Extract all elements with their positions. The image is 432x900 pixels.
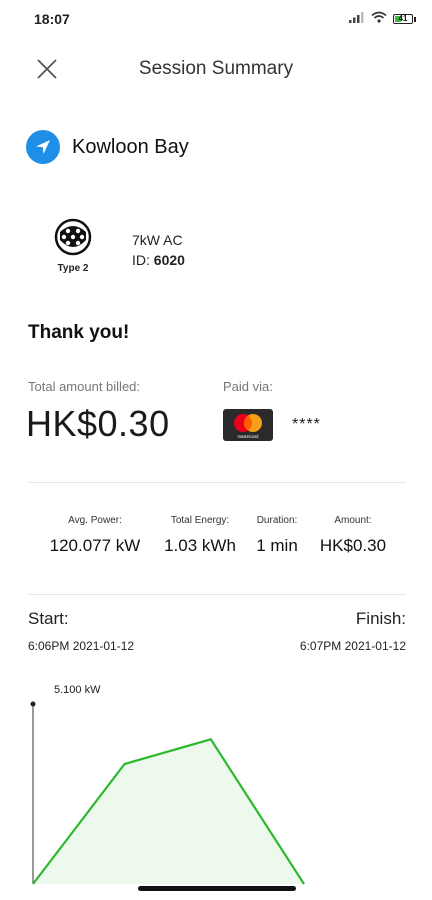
chart-peak-marker [30,701,36,707]
card-brand-text: mastercard [238,434,260,439]
paid-via-label: Paid via: [223,379,273,394]
stat-label: Amount: [334,515,372,526]
location-name: Kowloon Bay [72,135,189,158]
stat-label: Avg. Power: [68,515,122,526]
charger-id-value: 6020 [153,252,185,268]
stat-value: 1.03 kWh [164,536,236,555]
finish-time: 6:07PM 2021-01-12 [299,639,406,653]
thank-you-heading: Thank you! [28,322,130,343]
divider [28,482,406,483]
stat-avg-power: Avg. Power: 120.077 kW [40,515,150,556]
connector: Type 2 [52,218,94,274]
charger-info: 7kW AC ID: 6020 [132,230,185,270]
stat-amount: Amount: HK$0.30 [308,515,398,556]
chart-peak-label: 5.100 kW [54,684,101,696]
battery-level: 41 [398,14,408,23]
total-billed-amount: HK$0.30 [26,403,170,444]
charger-power-type: 7kW AC [132,232,183,248]
charger-id-row: ID: 6020 [132,250,185,270]
stat-duration: Duration: 1 min [247,515,307,556]
status-icons: 41 [349,10,416,28]
card-masked-number: **** [292,416,321,433]
location-row: Kowloon Bay [26,130,189,164]
signal-icon [349,10,365,28]
stat-total-energy: Total Energy: 1.03 kWh [155,515,245,556]
home-indicator[interactable] [138,886,296,891]
page-title: Session Summary [138,58,294,79]
status-time: 18:07 [34,11,70,27]
wifi-icon [371,10,387,28]
start-time: 6:06PM 2021-01-12 [28,639,135,653]
charger-id-label: ID: [132,252,150,268]
divider [28,594,406,595]
chart-area-fill [33,739,304,884]
stat-value: 1 min [256,536,298,555]
stat-value: HK$0.30 [319,536,387,555]
header: Session Summary [0,48,432,88]
stat-value: 120.077 kW [49,536,141,555]
status-bar: 18:07 41 [0,0,432,36]
connector-type-label: Type 2 [57,263,89,274]
start-label: Start: [28,609,69,628]
mastercard-icon: mastercard [223,409,273,441]
finish-label: Finish: [355,609,406,628]
total-billed-label: Total amount billed: [28,379,141,394]
type2-plug-icon [54,218,92,260]
power-chart [30,701,305,885]
navigation-arrow-icon [26,130,60,164]
stat-label: Total Energy: [170,515,230,526]
battery-icon: 41 [393,14,416,24]
stat-label: Duration: [256,515,298,526]
